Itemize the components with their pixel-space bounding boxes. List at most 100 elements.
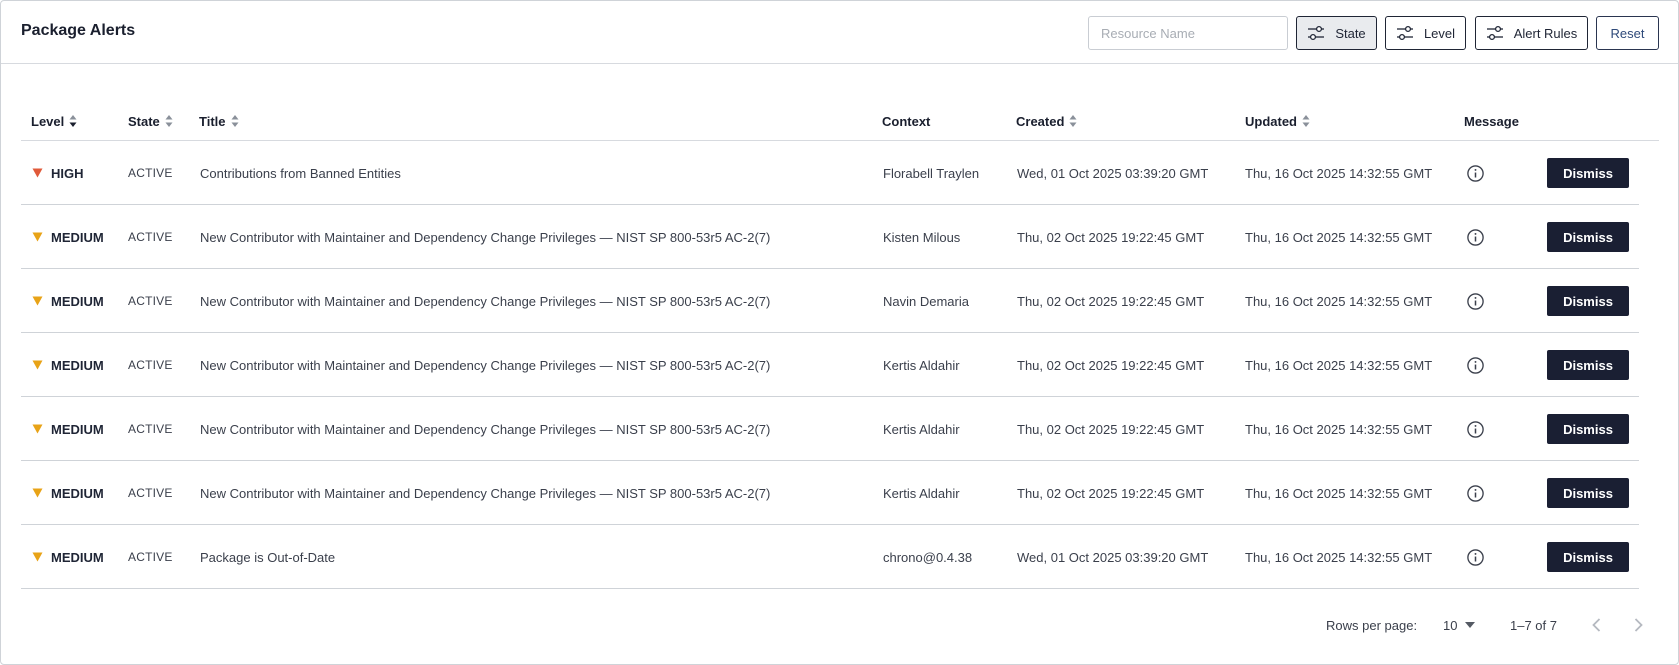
created-timestamp: Thu, 02 Oct 2025 19:22:45 GMT <box>1017 357 1205 373</box>
updated-timestamp: Thu, 16 Oct 2025 14:32:55 GMT <box>1245 549 1433 565</box>
dismiss-button[interactable]: Dismiss <box>1547 350 1629 380</box>
column-header-context: Context <box>882 113 931 129</box>
state-value: ACTIVE <box>128 166 173 180</box>
dismiss-button[interactable]: Dismiss <box>1547 414 1629 444</box>
table-row: MEDIUM ACTIVE New Contributor with Maint… <box>21 461 1639 525</box>
alert-title: Contributions from Banned Entities <box>200 165 401 181</box>
level-cell: MEDIUM <box>32 333 104 397</box>
message-info-button[interactable] <box>1466 333 1485 397</box>
table-row: MEDIUM ACTIVE New Contributor with Maint… <box>21 333 1639 397</box>
message-info-button[interactable] <box>1466 525 1485 589</box>
level-cell: MEDIUM <box>32 397 104 461</box>
message-info-button[interactable] <box>1466 461 1485 525</box>
context-value: Kertis Aldahir <box>883 357 960 373</box>
dismiss-button[interactable]: Dismiss <box>1547 222 1629 252</box>
rows-per-page-select[interactable]: 10 <box>1443 613 1476 637</box>
dismiss-button[interactable]: Dismiss <box>1547 158 1629 188</box>
filter-sliders-icon <box>1486 25 1503 41</box>
alert-title: New Contributor with Maintainer and Depe… <box>200 421 771 437</box>
previous-page-button[interactable] <box>1585 613 1609 637</box>
alert-rules-label: Alert Rules <box>1513 25 1578 41</box>
state-value: ACTIVE <box>128 550 173 564</box>
created-timestamp: Thu, 02 Oct 2025 19:22:45 GMT <box>1017 229 1205 245</box>
rows-per-page-value: 10 <box>1443 617 1458 633</box>
level-value: HIGH <box>51 165 84 181</box>
severity-triangle-icon <box>32 552 43 562</box>
context-value: Kertis Aldahir <box>883 421 960 437</box>
sort-arrows-icon <box>231 115 238 127</box>
column-header-level[interactable]: Level <box>31 101 78 141</box>
info-circle-icon <box>1467 228 1484 246</box>
state-value: ACTIVE <box>128 486 173 500</box>
updated-timestamp: Thu, 16 Oct 2025 14:32:55 GMT <box>1245 421 1433 437</box>
severity-triangle-icon <box>32 232 43 242</box>
resource-name-search-input[interactable] <box>1088 16 1288 50</box>
message-info-button[interactable] <box>1466 141 1485 205</box>
severity-triangle-icon <box>32 360 43 370</box>
state-filter-button[interactable]: State <box>1296 16 1377 50</box>
created-timestamp: Thu, 02 Oct 2025 19:22:45 GMT <box>1017 293 1205 309</box>
chevron-left-icon <box>1592 618 1601 632</box>
level-cell: MEDIUM <box>32 205 104 269</box>
updated-timestamp: Thu, 16 Oct 2025 14:32:55 GMT <box>1245 293 1433 309</box>
level-value: MEDIUM <box>51 229 104 245</box>
alert-title: New Contributor with Maintainer and Depe… <box>200 357 771 373</box>
next-page-button[interactable] <box>1626 613 1650 637</box>
dismiss-button[interactable]: Dismiss <box>1547 478 1629 508</box>
table-row: MEDIUM ACTIVE New Contributor with Maint… <box>21 397 1639 461</box>
created-timestamp: Thu, 02 Oct 2025 19:22:45 GMT <box>1017 421 1205 437</box>
table-row: MEDIUM ACTIVE Package is Out-of-Date chr… <box>21 525 1639 589</box>
column-header-updated[interactable]: Updated <box>1245 101 1311 141</box>
context-value: Kertis Aldahir <box>883 485 960 501</box>
alert-title: New Contributor with Maintainer and Depe… <box>200 293 771 309</box>
column-header-title[interactable]: Title <box>199 101 240 141</box>
level-value: MEDIUM <box>51 421 104 437</box>
filter-sliders-icon <box>1396 25 1413 41</box>
panel-header: Package Alerts State Level <box>1 1 1678 64</box>
column-header-state[interactable]: State <box>128 101 174 141</box>
alert-title: New Contributor with Maintainer and Depe… <box>200 485 771 501</box>
info-circle-icon <box>1467 548 1484 566</box>
severity-triangle-icon <box>32 296 43 306</box>
updated-timestamp: Thu, 16 Oct 2025 14:32:55 GMT <box>1245 229 1433 245</box>
info-circle-icon <box>1467 356 1484 374</box>
level-value: MEDIUM <box>51 549 104 565</box>
chevron-right-icon <box>1634 618 1643 632</box>
level-filter-label: Level <box>1423 25 1456 41</box>
level-value: MEDIUM <box>51 293 104 309</box>
message-info-button[interactable] <box>1466 397 1485 461</box>
column-header-created[interactable]: Created <box>1016 101 1078 141</box>
level-filter-button[interactable]: Level <box>1385 16 1466 50</box>
state-value: ACTIVE <box>128 358 173 372</box>
table-header-row: Level State Title Context Created Update… <box>21 101 1659 141</box>
level-value: MEDIUM <box>51 357 104 373</box>
caret-down-icon <box>1465 622 1476 628</box>
column-header-message: Message <box>1464 113 1519 129</box>
table-row: MEDIUM ACTIVE New Contributor with Maint… <box>21 205 1639 269</box>
severity-triangle-icon <box>32 424 43 434</box>
state-value: ACTIVE <box>128 230 173 244</box>
updated-timestamp: Thu, 16 Oct 2025 14:32:55 GMT <box>1245 165 1433 181</box>
state-value: ACTIVE <box>128 294 173 308</box>
context-value: Florabell Traylen <box>883 165 980 181</box>
alert-title: New Contributor with Maintainer and Depe… <box>200 229 771 245</box>
rows-per-page-label: Rows per page: <box>1326 617 1418 633</box>
info-circle-icon <box>1467 420 1484 438</box>
created-timestamp: Wed, 01 Oct 2025 03:39:20 GMT <box>1017 165 1209 181</box>
level-value: MEDIUM <box>51 485 104 501</box>
table-row: HIGH ACTIVE Contributions from Banned En… <box>21 141 1639 205</box>
dismiss-button[interactable]: Dismiss <box>1547 542 1629 572</box>
message-info-button[interactable] <box>1466 205 1485 269</box>
created-timestamp: Wed, 01 Oct 2025 03:39:20 GMT <box>1017 549 1209 565</box>
severity-triangle-icon <box>32 488 43 498</box>
level-cell: MEDIUM <box>32 269 104 333</box>
alert-rules-button[interactable]: Alert Rules <box>1475 16 1588 50</box>
info-circle-icon <box>1467 164 1484 182</box>
level-cell: MEDIUM <box>32 461 104 525</box>
info-circle-icon <box>1467 484 1484 502</box>
reset-button[interactable]: Reset <box>1596 16 1659 50</box>
context-value: chrono@0.4.38 <box>883 549 973 565</box>
message-info-button[interactable] <box>1466 269 1485 333</box>
dismiss-button[interactable]: Dismiss <box>1547 286 1629 316</box>
severity-triangle-icon <box>32 168 43 178</box>
